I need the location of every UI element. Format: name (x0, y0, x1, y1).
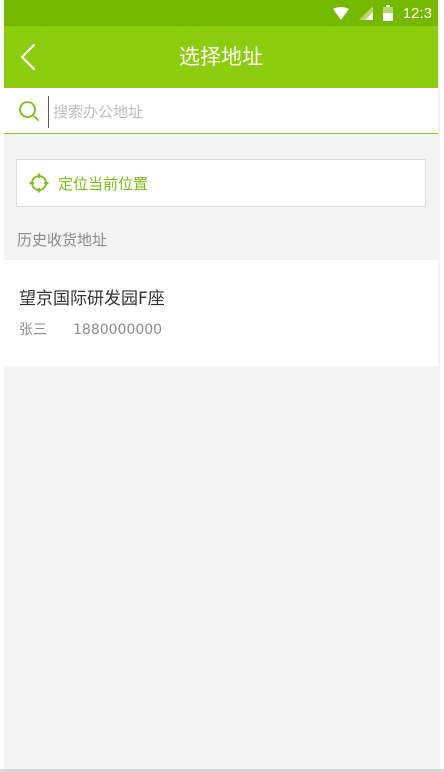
screen-edge-right (440, 0, 444, 772)
status-time: 12:3 (402, 4, 432, 22)
app-bar: 选择地址 (4, 26, 438, 88)
screen: 12:3 选择地址 搜索办公地址 定位当前位置 历史收货地址 望京国际研发园F座… (0, 0, 444, 772)
status-bar: 12:3 (4, 0, 438, 26)
search-icon (18, 100, 40, 122)
status-icons: 12:3 (332, 0, 432, 26)
address-text: 望京国际研发园F座 (19, 289, 165, 309)
search-input[interactable] (48, 96, 415, 128)
contact-phone: 1880000000 (73, 322, 163, 338)
signal-icon (358, 6, 373, 20)
history-address-item[interactable]: 望京国际研发园F座 张三 1880000000 (4, 260, 438, 366)
search-bar (4, 88, 438, 134)
page-title: 选择地址 (179, 45, 263, 69)
locate-label: 定位当前位置 (58, 174, 149, 193)
contact-name: 张三 (19, 322, 47, 338)
locate-current-position-button[interactable]: 定位当前位置 (16, 159, 426, 207)
crosshair-icon (29, 173, 49, 193)
battery-icon (382, 5, 393, 21)
history-address-list: 望京国际研发园F座 张三 1880000000 (4, 260, 438, 366)
history-section-label: 历史收货地址 (17, 231, 108, 249)
contact-info: 张三 1880000000 (19, 319, 162, 341)
wifi-icon (332, 6, 349, 20)
